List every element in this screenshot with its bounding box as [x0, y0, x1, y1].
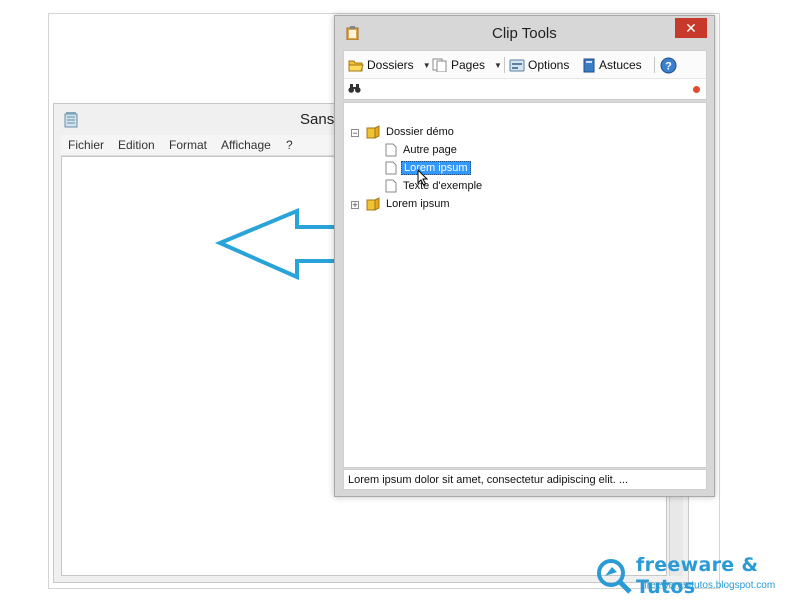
watermark: freeware & Tutos freewares-tutos.blogspo…: [596, 554, 788, 598]
cliptools-titlebar[interactable]: Clip Tools ✕: [335, 16, 714, 48]
mouse-cursor-icon: [417, 169, 429, 186]
search-row[interactable]: [343, 78, 707, 100]
tree-label: Autre page: [403, 144, 457, 156]
chevron-down-icon: ▼: [422, 60, 431, 70]
binoculars-icon[interactable]: [348, 83, 361, 94]
menu-edition[interactable]: Edition: [118, 138, 155, 152]
folder-icon: [348, 60, 364, 71]
watermark-url: freewares-tutos.blogspot.com: [644, 580, 776, 591]
tree-folder-dossier-demo[interactable]: Dossier démo: [366, 124, 456, 140]
help-button[interactable]: ?: [660, 56, 677, 74]
collapse-toggle[interactable]: −: [351, 129, 359, 138]
tree-label: Texte d'exemple: [403, 180, 483, 192]
notepad-title: Sans: [300, 111, 335, 128]
options-label: Options: [528, 58, 570, 72]
svg-text:?: ?: [665, 60, 672, 72]
toolbar-divider: [654, 57, 655, 73]
tree-page-texte-exemple[interactable]: Texte d'exemple: [385, 178, 484, 194]
chevron-down-icon: ▼: [494, 60, 502, 70]
cliptools-toolbar: Dossiers ▼ Pages ▼ Options Astuces ?: [343, 50, 707, 78]
folder-icon: [366, 197, 380, 211]
cliptools-title: Clip Tools: [492, 25, 557, 42]
tree-label: Lorem ipsum: [386, 198, 450, 210]
preview-status-bar: Lorem ipsum dolor sit amet, consectetur …: [343, 469, 707, 490]
pages-button[interactable]: Pages ▼: [432, 56, 502, 74]
tree-label-selected: Lorem ipsum: [401, 161, 471, 175]
tree-view[interactable]: − Dossier démo Autre page Lorem ipsum Te: [343, 102, 707, 468]
dossiers-label: Dossiers: [367, 58, 414, 72]
book-icon: [583, 58, 595, 72]
watermark-logo-icon: [597, 559, 632, 594]
page-icon: [385, 143, 397, 157]
tree-label: Dossier démo: [386, 126, 454, 138]
clear-search-icon[interactable]: [693, 86, 700, 93]
close-button[interactable]: ✕: [675, 18, 707, 38]
menu-affichage[interactable]: Affichage: [221, 138, 271, 152]
notepad-icon: [64, 112, 78, 128]
clipboard-icon: [346, 26, 359, 40]
tree-folder-lorem-ipsum[interactable]: Lorem ipsum: [366, 196, 452, 212]
page-icon: [385, 179, 397, 193]
options-icon: [509, 59, 525, 72]
page-icon: [432, 58, 447, 72]
expand-toggle[interactable]: +: [351, 201, 359, 210]
cliptools-window: Clip Tools ✕ Dossiers ▼ Pages ▼ Options …: [334, 15, 715, 497]
menu-help[interactable]: ?: [286, 138, 293, 152]
astuces-label: Astuces: [599, 58, 642, 72]
page-icon: [385, 161, 397, 175]
pages-label: Pages: [451, 58, 486, 72]
help-icon: ?: [660, 57, 677, 73]
astuces-button[interactable]: Astuces: [582, 56, 642, 74]
watermark-brand: freeware & Tutos: [636, 554, 759, 598]
toolbar-divider: [504, 57, 505, 73]
menu-fichier[interactable]: Fichier: [68, 138, 104, 152]
close-icon: ✕: [685, 20, 697, 36]
folder-icon: [366, 125, 380, 139]
dossiers-button[interactable]: Dossiers ▼: [348, 56, 431, 74]
options-button[interactable]: Options: [509, 56, 569, 74]
menu-format[interactable]: Format: [169, 138, 207, 152]
tree-page-autre-page[interactable]: Autre page: [385, 142, 459, 158]
